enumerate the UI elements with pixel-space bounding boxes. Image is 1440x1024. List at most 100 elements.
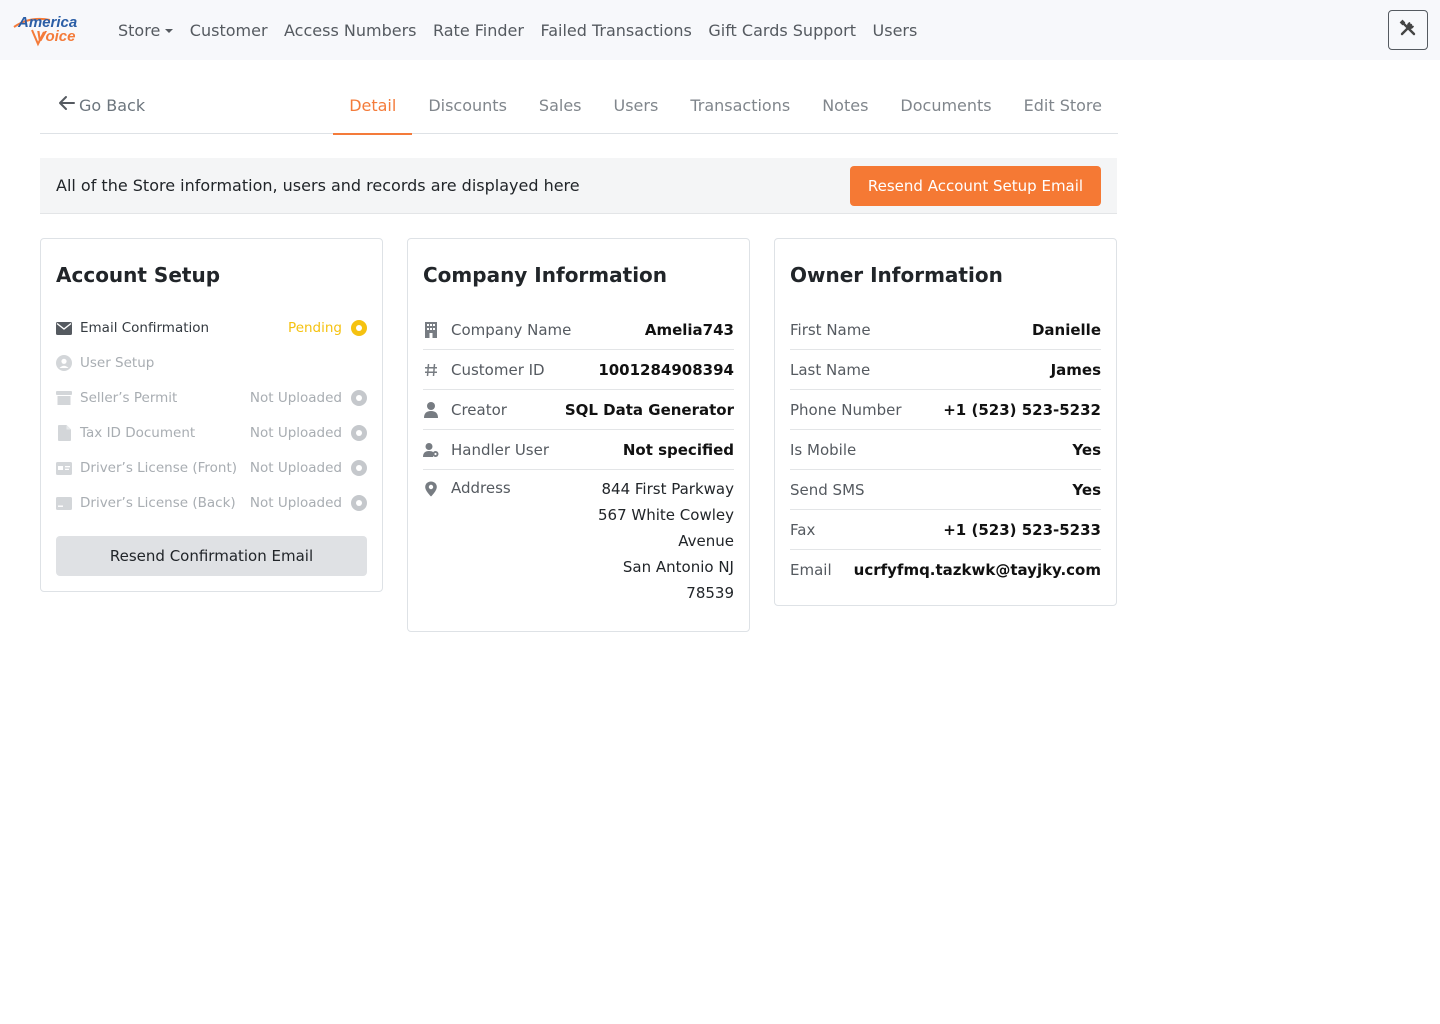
setup-item-label: Driver’s License (Front): [80, 460, 238, 476]
company-row-customer-id: Customer ID 1001284908394: [423, 350, 734, 390]
user-gear-icon: [423, 442, 439, 458]
info-value: Not specified: [622, 440, 734, 459]
setup-item-label: Seller’s Permit: [80, 390, 178, 406]
setup-item-label: Driver’s License (Back): [80, 495, 236, 511]
info-label: First Name: [790, 320, 871, 339]
top-navbar: America Voice Store Customer Access Number…: [0, 0, 1440, 60]
arrow-left-icon: [58, 95, 79, 115]
tab-documents[interactable]: Documents: [884, 80, 1007, 134]
address-line: 567 White Cowley: [598, 506, 734, 524]
owner-row-first-name: First Name Danielle: [790, 310, 1101, 350]
go-back-label: Go Back: [79, 95, 146, 115]
setup-item-drivers-license-back: Driver’s License (Back) Not Uploaded: [56, 491, 367, 515]
address-line: 78539: [686, 584, 734, 602]
store-subnav: Go Back Detail Discounts Sales Users Transac…: [40, 80, 1118, 135]
nav-item-label: Access Numbers: [284, 20, 417, 40]
tab-users[interactable]: Users: [598, 80, 675, 134]
account-setup-card: Account Setup Email Confirmation Pending U…: [40, 238, 383, 592]
info-label: Creator: [451, 400, 507, 419]
address-line: 844 First Parkway: [601, 480, 735, 498]
tab-discounts[interactable]: Discounts: [412, 80, 523, 134]
status-radio-icon: [351, 390, 367, 406]
info-label: Last Name: [790, 360, 871, 379]
owner-row-last-name: Last Name James: [790, 350, 1101, 390]
owner-row-phone-number: Phone Number +1 (523) 523-5232: [790, 390, 1101, 430]
owner-information-card: Owner Information First Name Danielle Last…: [774, 238, 1117, 606]
nav-item-label: Users: [872, 20, 918, 40]
owner-information-title: Owner Information: [790, 263, 1003, 287]
owner-row-send-sms: Send SMS Yes: [790, 470, 1101, 510]
nav-item-label: Customer: [189, 20, 268, 40]
id-card-icon: [56, 460, 72, 476]
setup-item-label: Email Confirmation: [80, 320, 210, 336]
nav-item-failed-transactions[interactable]: Failed Transactions: [540, 21, 691, 40]
info-value: 1001284908394: [598, 360, 734, 379]
tab-detail[interactable]: Detail: [333, 80, 413, 135]
setup-item-tax-id-document: Tax ID Document Not Uploaded: [56, 421, 367, 445]
building-icon: [423, 321, 439, 338]
nav-item-label: Store: [118, 20, 161, 40]
info-label: Send SMS: [790, 480, 865, 499]
company-information-card: Company Information Company Name Amelia74…: [407, 238, 750, 632]
setup-item-sellers-permit: Seller’s Permit Not Uploaded: [56, 386, 367, 410]
setup-status: Not Uploaded: [249, 390, 342, 406]
america-voice-logo[interactable]: America Voice: [10, 10, 96, 48]
info-value: Yes: [1072, 440, 1101, 459]
info-text: All of the Store information, users and …: [56, 176, 580, 195]
setup-status: Not Uploaded: [249, 460, 342, 476]
tab-notes[interactable]: Notes: [806, 80, 884, 134]
status-radio-icon: [351, 495, 367, 511]
owner-row-email: Email ucrfyfmq.tazkwk@tayjky.com: [790, 550, 1101, 590]
address-label: Address: [451, 479, 511, 497]
status-radio-icon: [351, 320, 367, 336]
info-label: Fax: [790, 520, 816, 539]
setup-item-drivers-license-front: Driver’s License (Front) Not Uploaded: [56, 456, 367, 480]
user-circle-icon: [56, 355, 72, 371]
go-back-link[interactable]: Go Back: [58, 95, 145, 115]
store-tabs: Detail Discounts Sales Users Transactions Not…: [333, 80, 1118, 135]
info-value: +1 (523) 523-5232: [943, 400, 1101, 419]
nav-item-users[interactable]: Users: [873, 21, 918, 40]
tools-button[interactable]: [1388, 10, 1428, 50]
status-radio-icon: [351, 425, 367, 441]
setup-item-label: Tax ID Document: [80, 425, 196, 441]
info-value: SQL Data Generator: [564, 400, 734, 419]
address-row: Address 844 First Parkway 567 White Cowle…: [423, 479, 734, 606]
file-icon: [56, 425, 72, 441]
setup-item-email-confirmation: Email Confirmation Pending: [56, 316, 367, 340]
nav-item-customer[interactable]: Customer: [190, 21, 268, 40]
resend-confirmation-email-button[interactable]: Resend Confirmation Email: [56, 536, 367, 576]
nav-item-label: Rate Finder: [432, 20, 524, 40]
owner-row-fax: Fax +1 (523) 523-5233: [790, 510, 1101, 550]
map-pin-icon: [423, 481, 439, 497]
company-information-title: Company Information: [423, 263, 668, 287]
info-value: +1 (523) 523-5233: [943, 520, 1101, 539]
tab-transactions[interactable]: Transactions: [674, 80, 806, 134]
address-line: San Antonio NJ: [622, 558, 734, 576]
card-back-icon: [56, 495, 72, 511]
info-label: Email: [790, 561, 832, 579]
info-label: Phone Number: [790, 400, 902, 419]
company-row-creator: Creator SQL Data Generator: [423, 390, 734, 430]
nav-item-store[interactable]: Store: [118, 20, 174, 40]
info-label: Handler User: [451, 440, 550, 459]
caret-down-icon: [165, 28, 174, 33]
nav-item-rate-finder[interactable]: Rate Finder: [433, 21, 524, 40]
main-nav: Store Customer Access Numbers Rate Finder Fa…: [118, 0, 934, 60]
info-value: Amelia743: [644, 320, 734, 339]
hash-icon: [423, 362, 439, 378]
tab-sales[interactable]: Sales: [523, 80, 598, 134]
nav-item-access-numbers[interactable]: Access Numbers: [284, 21, 416, 40]
nav-item-gift-cards-support[interactable]: Gift Cards Support: [708, 21, 856, 40]
info-bar: All of the Store information, users and …: [40, 158, 1117, 214]
owner-row-is-mobile: Is Mobile Yes: [790, 430, 1101, 470]
address-line: Avenue: [678, 532, 734, 550]
tab-edit-store[interactable]: Edit Store: [1008, 80, 1118, 134]
company-row-handler-user: Handler User Not specified: [423, 430, 734, 470]
info-value: James: [1050, 360, 1101, 379]
envelope-icon: [56, 320, 72, 336]
info-label: Customer ID: [451, 360, 545, 379]
setup-status: Not Uploaded: [249, 495, 342, 511]
store-icon: [56, 390, 72, 406]
resend-account-setup-email-button[interactable]: Resend Account Setup Email: [850, 166, 1101, 206]
